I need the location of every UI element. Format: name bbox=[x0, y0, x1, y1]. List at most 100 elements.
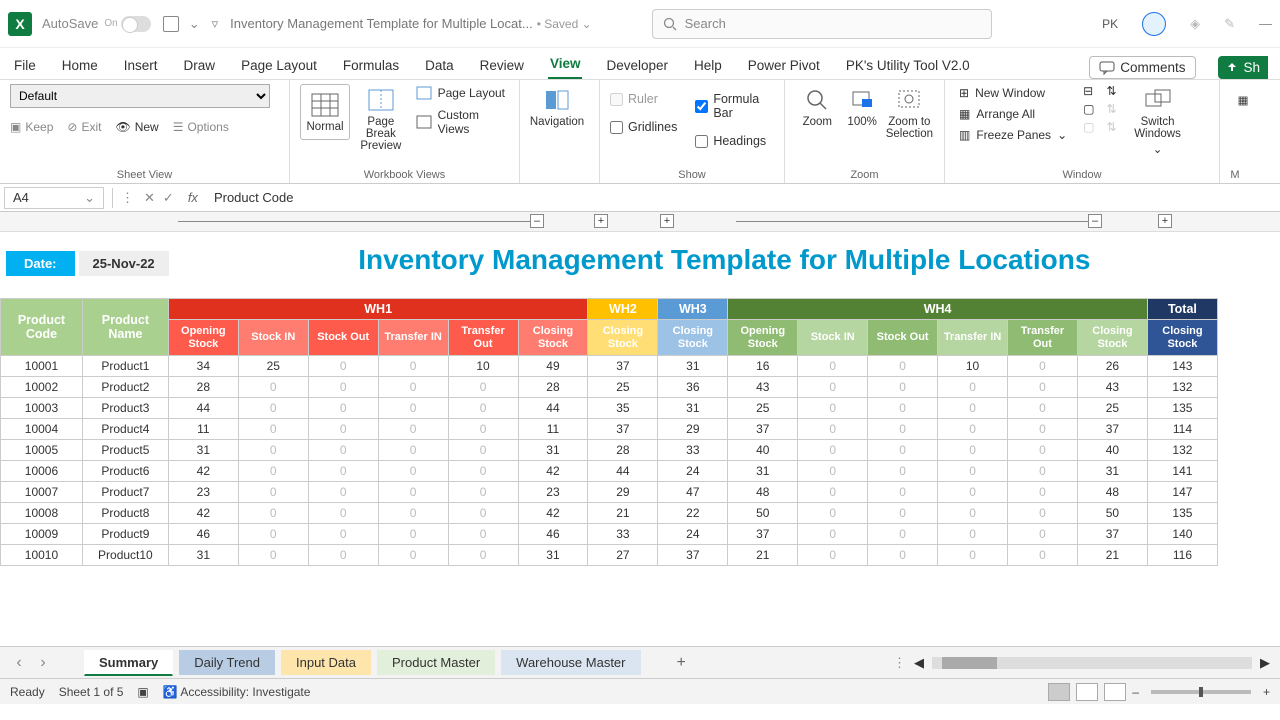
tab-developer[interactable]: Developer bbox=[604, 52, 670, 79]
minimize-icon[interactable]: — bbox=[1259, 16, 1272, 31]
split-icon[interactable]: ⊟ bbox=[1083, 84, 1094, 98]
tab-pk-s-utility-tool-v2-0[interactable]: PK's Utility Tool V2.0 bbox=[844, 52, 972, 79]
expand-group-button[interactable]: + bbox=[1158, 214, 1172, 228]
search-input[interactable]: Search bbox=[652, 9, 992, 39]
qat-dropdown-icon[interactable]: ⌄ bbox=[189, 16, 200, 32]
switch-windows-button[interactable]: Switch Windows ⌄ bbox=[1131, 84, 1185, 158]
keep-button[interactable]: ▣ Keep bbox=[10, 120, 53, 134]
table-row[interactable]: 10001Product134250010493731160010026143 bbox=[1, 356, 1218, 377]
name-box[interactable]: A4⌄ bbox=[4, 187, 104, 209]
next-sheet-button[interactable]: › bbox=[34, 654, 52, 672]
tab-formulas[interactable]: Formulas bbox=[341, 52, 401, 79]
freeze-button[interactable]: ▥Freeze Panes ⌄ bbox=[955, 126, 1071, 144]
normal-view-button[interactable]: Normal bbox=[300, 84, 350, 140]
new-sheet-button[interactable]: + bbox=[677, 654, 686, 672]
status-bar: Ready Sheet 1 of 5 ▣ ♿ Accessibility: In… bbox=[0, 678, 1280, 704]
macros-button[interactable]: ▦ bbox=[1230, 84, 1256, 116]
sheet-tab-warehouse[interactable]: Warehouse Master bbox=[501, 650, 640, 675]
options-button[interactable]: ☰ Options bbox=[173, 120, 229, 134]
sheet-tab-daily[interactable]: Daily Trend bbox=[179, 650, 275, 675]
headings-checkbox[interactable]: Headings bbox=[695, 134, 774, 148]
zoom-out-button[interactable]: – bbox=[1132, 685, 1139, 699]
arrange-button[interactable]: ▦Arrange All bbox=[955, 105, 1071, 123]
tab-power-pivot[interactable]: Power Pivot bbox=[746, 52, 822, 79]
accessibility-button[interactable]: ♿ Accessibility: Investigate bbox=[163, 685, 311, 699]
comments-button[interactable]: Comments bbox=[1089, 56, 1196, 79]
new-window-button[interactable]: ⊞New Window bbox=[955, 84, 1071, 102]
macro-record-icon[interactable]: ▣ bbox=[137, 685, 148, 699]
unhide-icon[interactable]: ▢ bbox=[1083, 120, 1094, 134]
table-row[interactable]: 10008Product842000042212250000050135 bbox=[1, 503, 1218, 524]
scroll-left-button[interactable]: ◀ bbox=[914, 655, 924, 671]
worksheet[interactable]: Date: 25-Nov-22 Inventory Management Tem… bbox=[0, 232, 1280, 646]
scroll-right-button[interactable]: ▶ bbox=[1260, 655, 1270, 671]
horizontal-scrollbar[interactable] bbox=[932, 657, 1252, 669]
collapse-group-button[interactable]: – bbox=[530, 214, 544, 228]
normal-icon bbox=[310, 91, 340, 119]
newwin-icon: ⊞ bbox=[959, 86, 969, 100]
customviews-button[interactable]: Custom Views bbox=[412, 106, 509, 138]
share-button[interactable]: Sh bbox=[1218, 56, 1268, 79]
enter-formula-icon[interactable]: ✓ bbox=[163, 190, 174, 206]
hide-icon[interactable]: ▢ bbox=[1083, 102, 1094, 116]
date-label: Date: bbox=[6, 251, 75, 276]
pagelayout-button[interactable]: Page Layout bbox=[412, 84, 509, 102]
inventory-table: Product Code Product Name WH1 WH2 WH3 WH… bbox=[0, 298, 1218, 566]
zoom-slider[interactable] bbox=[1151, 690, 1251, 694]
zoom-in-button[interactable]: + bbox=[1263, 685, 1270, 699]
sheet-tab-input[interactable]: Input Data bbox=[281, 650, 371, 675]
tab-review[interactable]: Review bbox=[478, 52, 526, 79]
formula-checkbox[interactable]: Formula Bar bbox=[695, 92, 774, 120]
comment-icon bbox=[1100, 62, 1114, 74]
diamond-icon[interactable]: ◈ bbox=[1190, 16, 1200, 32]
tab-home[interactable]: Home bbox=[60, 52, 100, 79]
tab-view[interactable]: View bbox=[548, 50, 583, 79]
switch-icon bbox=[1143, 86, 1173, 114]
tab-help[interactable]: Help bbox=[692, 52, 724, 79]
tab-page-layout[interactable]: Page Layout bbox=[239, 52, 319, 79]
saved-state[interactable]: • Saved ⌄ bbox=[537, 17, 592, 31]
sheet-tab-product[interactable]: Product Master bbox=[377, 650, 495, 675]
table-row[interactable]: 10004Product411000011372937000037114 bbox=[1, 419, 1218, 440]
normal-view-icon[interactable] bbox=[1048, 683, 1070, 701]
autosave-toggle[interactable] bbox=[121, 16, 151, 32]
tab-draw[interactable]: Draw bbox=[182, 52, 218, 79]
table-row[interactable]: 10002Product228000028253643000043132 bbox=[1, 377, 1218, 398]
zoom-button[interactable]: Zoom bbox=[795, 84, 840, 130]
table-row[interactable]: 10006Product642000042442431000031141 bbox=[1, 461, 1218, 482]
table-row[interactable]: 10003Product344000044353125000025135 bbox=[1, 398, 1218, 419]
table-row[interactable]: 10007Product723000023294748000048147 bbox=[1, 482, 1218, 503]
table-row[interactable]: 10010Product1031000031273721000021116 bbox=[1, 545, 1218, 566]
ruler-checkbox[interactable]: Ruler bbox=[610, 92, 677, 106]
table-row[interactable]: 10005Product531000031283340000040132 bbox=[1, 440, 1218, 461]
expand-group-button[interactable]: + bbox=[594, 214, 608, 228]
zoom100-button[interactable]: 100% bbox=[846, 84, 879, 130]
sync-icon[interactable]: ⇅ bbox=[1106, 84, 1116, 98]
pagebreak-button[interactable]: Page Break Preview bbox=[356, 84, 406, 154]
macros-icon: ▦ bbox=[1228, 86, 1258, 114]
formula-input[interactable]: Product Code bbox=[206, 190, 1280, 205]
sheet-tab-summary[interactable]: Summary bbox=[84, 650, 173, 676]
save-icon[interactable] bbox=[163, 16, 179, 32]
tab-data[interactable]: Data bbox=[423, 52, 456, 79]
pagelayout-view-icon[interactable] bbox=[1076, 683, 1098, 701]
avatar[interactable] bbox=[1142, 12, 1166, 36]
zoom-sel-button[interactable]: Zoom to Selection bbox=[885, 84, 934, 142]
new-button[interactable]: 👁 New bbox=[115, 120, 158, 134]
tab-file[interactable]: File bbox=[12, 52, 38, 79]
search-icon bbox=[663, 17, 677, 31]
share-icon bbox=[1226, 62, 1238, 74]
exit-button[interactable]: ⊘ Exit bbox=[67, 120, 101, 134]
table-row[interactable]: 10009Product946000046332437000037140 bbox=[1, 524, 1218, 545]
prev-sheet-button[interactable]: ‹ bbox=[10, 654, 28, 672]
eyedropper-icon[interactable]: ✎ bbox=[1224, 16, 1235, 32]
sheet-view-select[interactable]: Default bbox=[10, 84, 270, 108]
expand-group-button[interactable]: + bbox=[660, 214, 674, 228]
gridlines-checkbox[interactable]: Gridlines bbox=[610, 120, 677, 134]
fx-icon[interactable]: fx bbox=[188, 190, 198, 205]
tab-insert[interactable]: Insert bbox=[122, 52, 160, 79]
collapse-group-button[interactable]: – bbox=[1088, 214, 1102, 228]
cancel-formula-icon[interactable]: ✕ bbox=[144, 190, 155, 206]
pagebreak-view-icon[interactable] bbox=[1104, 683, 1126, 701]
navigation-button[interactable]: Navigation bbox=[530, 84, 584, 130]
